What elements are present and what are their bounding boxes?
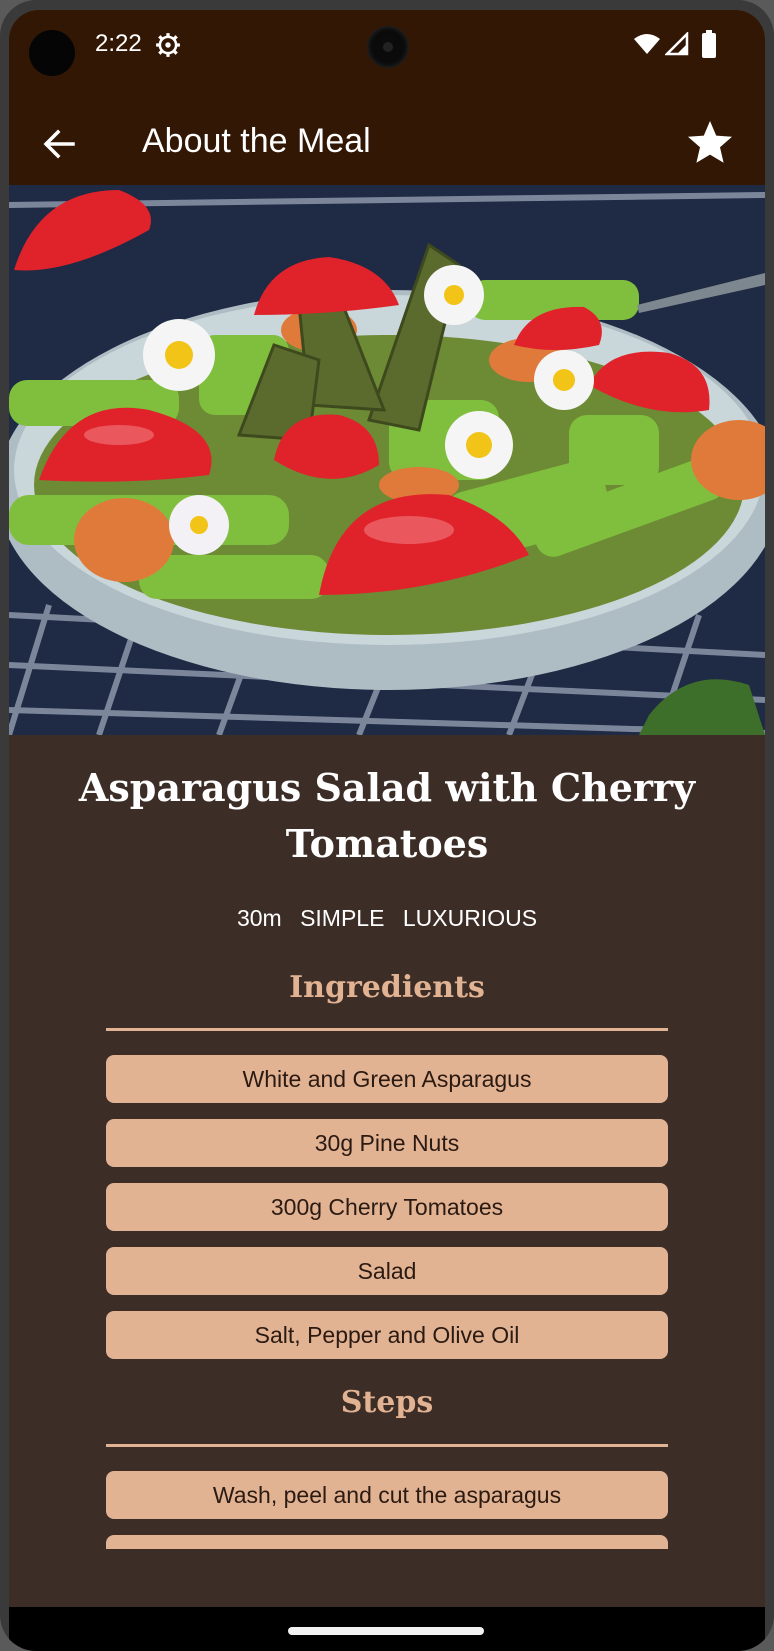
meal-duration: 30m — [236, 905, 282, 931]
page-title: About the Meal — [142, 122, 371, 160]
ingredient-item: Salad — [106, 1247, 668, 1295]
meal-meta: 30m SIMPLE LUXURIOUS — [9, 905, 765, 932]
meal-title: Asparagus Salad with Cherry Tomatoes — [78, 765, 696, 866]
back-button[interactable] — [37, 122, 81, 166]
arrow-left-icon — [43, 129, 75, 159]
ingredients-heading: Ingredients — [289, 970, 485, 1005]
battery-icon — [702, 30, 716, 58]
salad-illustration — [9, 185, 765, 735]
meal-affordability: LUXURIOUS — [402, 905, 538, 931]
steps-divider — [106, 1444, 668, 1447]
step-item-partial — [106, 1535, 668, 1549]
front-camera — [367, 26, 409, 68]
steps-heading: Steps — [340, 1385, 434, 1420]
settings-icon — [156, 33, 180, 57]
ingredients-divider — [106, 1028, 668, 1031]
signal-icon — [665, 32, 689, 56]
screen: 2:22 About the Meal Asparagus Salad with… — [9, 10, 765, 1651]
home-gesture-handle[interactable] — [288, 1627, 484, 1635]
meal-complexity: SIMPLE — [300, 905, 385, 931]
camera-cutout — [29, 30, 75, 76]
ingredient-item: White and Green Asparagus — [106, 1055, 668, 1103]
favorite-button[interactable] — [685, 118, 735, 168]
wifi-icon — [634, 34, 660, 54]
status-bar: 2:22 — [9, 10, 765, 94]
ingredient-item: 30g Pine Nuts — [106, 1119, 668, 1167]
ingredient-item: Salt, Pepper and Olive Oil — [106, 1311, 668, 1359]
star-icon — [688, 121, 732, 163]
step-item: Wash, peel and cut the asparagus — [106, 1471, 668, 1519]
meal-image — [9, 185, 765, 735]
app-bar: About the Meal — [9, 94, 765, 194]
status-time: 2:22 — [95, 30, 142, 57]
ingredient-item: 300g Cherry Tomatoes — [106, 1183, 668, 1231]
device-frame: 2:22 About the Meal Asparagus Salad with… — [0, 0, 774, 1651]
navigation-bar — [9, 1607, 765, 1651]
